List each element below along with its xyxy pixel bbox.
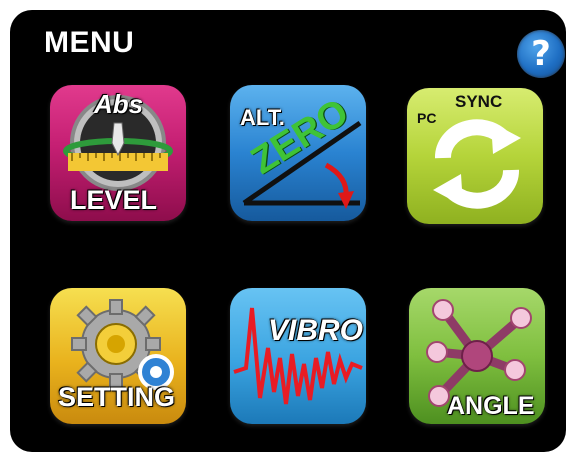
angle-button[interactable]: ANGLE	[409, 288, 545, 424]
help-button[interactable]: ?	[517, 30, 565, 78]
pc-label: PC	[417, 110, 437, 126]
menu-title: MENU	[44, 26, 135, 59]
vibro-label: VIBRO	[268, 314, 364, 347]
vibration-wave-icon	[233, 307, 363, 405]
vibro-button[interactable]: VIBRO	[230, 288, 366, 424]
level-label: LEVEL	[70, 185, 158, 215]
alt-zero-button[interactable]: ALT. ZERO	[230, 85, 366, 221]
setting-button[interactable]: SETTING	[50, 288, 186, 424]
angle-label: ANGLE	[447, 392, 535, 420]
setting-label: SETTING	[58, 382, 176, 412]
help-icon: ?	[531, 34, 551, 74]
pc-sync-button[interactable]: SYNC PC	[407, 88, 543, 224]
level-button[interactable]: Abs LEVEL	[50, 85, 186, 221]
level-top-label: Abs	[94, 89, 144, 119]
sync-label: SYNC	[455, 92, 503, 111]
